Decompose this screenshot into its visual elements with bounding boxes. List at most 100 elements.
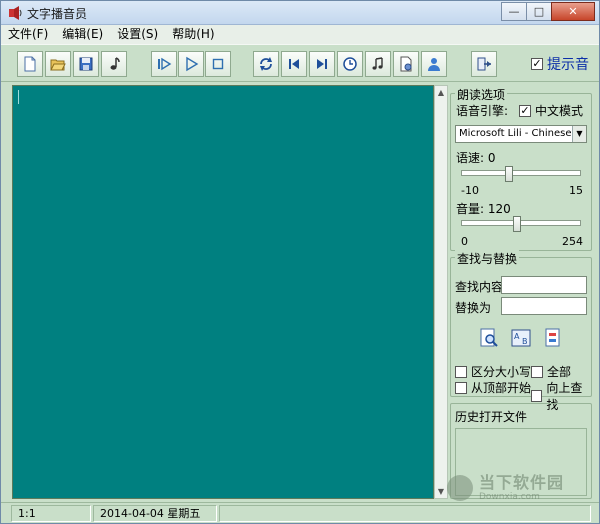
match-case-checkbox[interactable]: [455, 365, 467, 378]
from-top-checkbox[interactable]: [455, 381, 467, 394]
status-bar: 1:1 2014-04-04 星期五: [1, 502, 599, 523]
replace-label: 替换为: [455, 301, 492, 315]
speed-label: 语速:: [456, 151, 485, 165]
speaker-app-icon: [9, 6, 22, 20]
volume-slider[interactable]: [461, 216, 581, 236]
magnifier-document-icon: [480, 328, 498, 347]
replace-document-icon: [545, 328, 560, 347]
minimize-button[interactable]: —: [501, 2, 527, 21]
speed-max: 15: [569, 184, 583, 197]
volume-max: 254: [562, 235, 583, 248]
from-top-label: 从顶部开始: [471, 381, 532, 395]
maximize-button[interactable]: □: [526, 2, 552, 21]
chinese-mode-option[interactable]: ✓ 中文模式: [519, 102, 583, 119]
reading-options-title: 朗读选项: [455, 86, 508, 103]
open-file-button[interactable]: [45, 51, 71, 77]
volume-label-row: 音量: 120: [456, 200, 511, 217]
speed-slider-thumb[interactable]: [505, 166, 513, 182]
chinese-mode-checkbox[interactable]: ✓: [519, 104, 531, 117]
stop-icon: [212, 58, 224, 70]
stop-button[interactable]: [205, 51, 231, 77]
menu-help[interactable]: 帮助(H): [165, 25, 221, 44]
voice-engine-select[interactable]: Microsoft Lili - Chinese (China) ▼: [455, 125, 587, 143]
save-disk-icon: [79, 57, 93, 71]
reading-options-group: 朗读选项 语音引擎: ✓ 中文模式 Microsoft Lili - Chine…: [450, 86, 592, 251]
find-input[interactable]: [501, 276, 587, 294]
status-date: 2014-04-04 星期五: [93, 505, 217, 522]
menu-settings[interactable]: 设置(S): [110, 25, 165, 44]
play-button[interactable]: [178, 51, 204, 77]
save-file-button[interactable]: [73, 51, 99, 77]
speed-min: -10: [461, 184, 479, 197]
toolbar: ✓ 提示音: [1, 44, 599, 82]
replace-button[interactable]: AB: [511, 328, 531, 348]
side-panel: 朗读选项 语音引擎: ✓ 中文模式 Microsoft Lili - Chine…: [450, 85, 592, 499]
hint-sound-label: 提示音: [547, 57, 589, 73]
skip-next-icon: [317, 59, 327, 69]
next-button[interactable]: [309, 51, 335, 77]
music-notes-icon: [372, 57, 383, 70]
menu-file[interactable]: 文件(F): [1, 25, 55, 44]
dropdown-arrow-icon[interactable]: ▼: [572, 126, 586, 142]
find-replace-group: 查找与替换 查找内容 替换为 AB 区分大小写 全部 从顶部开始 向上查找: [450, 250, 592, 412]
user-button[interactable]: [421, 51, 447, 77]
speed-value: 0: [487, 151, 496, 165]
from-top-option[interactable]: 从顶部开始: [455, 379, 531, 396]
volume-label: 音量:: [456, 202, 485, 216]
chinese-mode-label: 中文模式: [535, 104, 584, 118]
cursor-position: 1:1: [11, 505, 91, 522]
scroll-down-icon[interactable]: ▼: [435, 485, 447, 498]
vertical-scrollbar[interactable]: ▲ ▼: [434, 85, 448, 499]
hint-sound-option[interactable]: ✓ 提示音: [531, 54, 589, 74]
exit-button[interactable]: [471, 51, 497, 77]
play-from-button[interactable]: [151, 51, 177, 77]
replace-input[interactable]: [501, 297, 587, 315]
speed-label-row: 语速: 0: [456, 149, 496, 166]
all-checkbox[interactable]: [531, 365, 543, 378]
history-title: 历史打开文件: [455, 410, 528, 424]
all-option[interactable]: 全部: [531, 363, 571, 380]
find-replace-title: 查找与替换: [455, 250, 520, 267]
play-from-cursor-icon: [158, 57, 172, 71]
watermark-text: 当下软件园 Downxia.com: [479, 474, 564, 502]
repeat-button[interactable]: [253, 51, 279, 77]
find-button[interactable]: [479, 328, 499, 348]
user-icon: [428, 58, 440, 71]
music-note-icon: [110, 57, 120, 70]
new-file-button[interactable]: [17, 51, 43, 77]
match-case-option[interactable]: 区分大小写: [455, 363, 531, 380]
play-icon: [186, 56, 199, 72]
engine-label: 语音引擎:: [456, 104, 509, 118]
menu-bar: 文件(F) 编辑(E) 设置(S) 帮助(H): [1, 25, 599, 44]
volume-min: 0: [461, 235, 468, 248]
text-caret: [18, 90, 19, 104]
music-note-button[interactable]: [101, 51, 127, 77]
window-controls: — □ ✕: [501, 2, 595, 21]
app-window: 文字播音员 — □ ✕ 文件(F) 编辑(E) 设置(S) 帮助(H) ✓ 提示…: [0, 0, 600, 524]
search-up-checkbox[interactable]: [531, 390, 543, 402]
scroll-up-icon[interactable]: ▲: [435, 86, 447, 99]
speed-slider[interactable]: [461, 166, 581, 186]
volume-slider-thumb[interactable]: [513, 216, 522, 232]
replace-ab-icon: AB: [511, 329, 531, 347]
site-watermark: 当下软件园 Downxia.com: [447, 471, 597, 505]
hint-sound-checkbox[interactable]: ✓: [531, 58, 543, 70]
settings-button[interactable]: [393, 51, 419, 77]
previous-button[interactable]: [281, 51, 307, 77]
timer-button[interactable]: [337, 51, 363, 77]
menu-edit[interactable]: 编辑(E): [55, 25, 110, 44]
voice-engine-value: Microsoft Lili - Chinese (China): [459, 128, 586, 139]
watermark-logo-icon: [447, 475, 473, 501]
match-case-label: 区分大小写: [471, 365, 532, 379]
text-editor[interactable]: [12, 85, 434, 499]
audio-button[interactable]: [365, 51, 391, 77]
find-label: 查找内容: [455, 280, 504, 294]
close-button[interactable]: ✕: [551, 2, 595, 21]
replace-all-button[interactable]: [543, 328, 563, 348]
open-folder-icon: [50, 59, 66, 71]
title-bar[interactable]: 文字播音员 — □ ✕: [1, 1, 599, 25]
repeat-icon: [260, 57, 272, 71]
svg-text:A: A: [514, 332, 520, 341]
speed-slider-track: [461, 170, 581, 176]
skip-previous-icon: [289, 59, 299, 69]
